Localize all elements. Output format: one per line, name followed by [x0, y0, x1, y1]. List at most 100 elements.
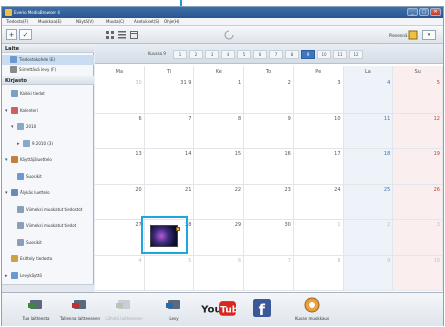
- menu-item[interactable]: Näytä(V): [76, 19, 94, 24]
- expand-toggle-icon[interactable]: ▾: [11, 124, 14, 130]
- menu-item[interactable]: Asetukset(S): [134, 19, 159, 24]
- calendar-day-cell[interactable]: 10: [293, 113, 344, 149]
- list-view-icon[interactable]: [118, 31, 126, 39]
- calendar-day-cell[interactable]: 27: [95, 220, 145, 256]
- action-button[interactable]: Lähetä laitteeseen: [104, 295, 144, 325]
- device-item[interactable]: Tiedostokohde (E): [2, 55, 94, 65]
- device-item[interactable]: Siirrettävä levy (F): [2, 65, 94, 75]
- library-item[interactable]: ▾ 2010: [2, 122, 94, 132]
- library-item[interactable]: Viimeksi muokatut tiedot: [2, 221, 94, 231]
- calendar-day-cell[interactable]: 2: [244, 78, 294, 114]
- library-item[interactable]: Esittely tiedosto: [2, 254, 94, 264]
- month-button[interactable]: 5: [237, 50, 251, 59]
- expand-toggle-icon[interactable]: ▾: [5, 190, 8, 196]
- day-number: 26: [433, 186, 440, 193]
- action-button[interactable]: Levy: [154, 295, 194, 325]
- zoom-menu-button[interactable]: ▾: [422, 30, 436, 40]
- calendar-day-cell[interactable]: 12: [393, 113, 443, 149]
- expand-toggle-icon[interactable]: ▸: [5, 273, 8, 279]
- calendar-day-cell[interactable]: 5: [144, 255, 195, 291]
- library-item[interactable]: ▸ 9.2010 (3): [2, 139, 94, 149]
- library-item[interactable]: Viimeksi muokatut tiedostot: [2, 205, 94, 215]
- menu-item[interactable]: Muuta(C): [106, 19, 124, 24]
- month-button[interactable]: 4: [221, 50, 235, 59]
- calendar-day-cell[interactable]: 29: [194, 220, 245, 256]
- library-item[interactable]: ▾ Kalenteri: [2, 106, 94, 116]
- calendar-day-cell[interactable]: 6: [95, 113, 145, 149]
- calendar-day-cell[interactable]: 30: [95, 78, 145, 114]
- month-button[interactable]: 2: [189, 50, 203, 59]
- calendar-day-cell[interactable]: 7: [244, 255, 294, 291]
- action-button[interactable]: YouTube: [198, 295, 238, 325]
- calendar-day-cell[interactable]: 8: [293, 255, 344, 291]
- calendar-day-cell[interactable]: 6: [194, 255, 245, 291]
- library-item[interactable]: Kaikki tiedot: [2, 89, 94, 99]
- calendar-day-cell[interactable]: 8: [194, 113, 245, 149]
- calendar-day-cell[interactable]: 13: [95, 149, 145, 185]
- calendar-day-cell[interactable]: 9: [343, 255, 394, 291]
- month-button[interactable]: 9: [301, 50, 315, 59]
- month-button[interactable]: 10: [317, 50, 331, 59]
- menu-item[interactable]: Ohje(H): [164, 19, 179, 24]
- calendar-view-icon[interactable]: [130, 31, 138, 39]
- menu-item[interactable]: Tiedosto(F): [6, 19, 28, 24]
- calendar-day-cell[interactable]: 7: [144, 113, 195, 149]
- expand-toggle-icon[interactable]: ▸: [17, 141, 20, 147]
- calendar-day-cell[interactable]: 15: [194, 149, 245, 185]
- zoom-icon[interactable]: [408, 30, 418, 40]
- action-button[interactable]: f: [242, 295, 282, 325]
- add-button[interactable]: +: [6, 29, 17, 40]
- library-item[interactable]: ▾ Käyttäjäluettelo: [2, 155, 94, 165]
- calendar-day-cell[interactable]: 10: [393, 255, 443, 291]
- calendar-day-cell[interactable]: 22: [194, 184, 245, 220]
- calendar-day-cell[interactable]: 23: [244, 184, 294, 220]
- calendar-day-cell[interactable]: 26: [393, 184, 443, 220]
- expand-toggle-icon[interactable]: ▾: [5, 157, 8, 163]
- calendar-day-cell[interactable]: 1: [194, 78, 245, 114]
- calendar-day-cell[interactable]: 9: [244, 113, 294, 149]
- maximize-button[interactable]: □: [419, 8, 429, 16]
- calendar-day-cell[interactable]: 4: [95, 255, 145, 291]
- month-button[interactable]: 8: [285, 50, 299, 59]
- title-bar: Everio MediaBrowser 4 _ □ ✕: [2, 7, 443, 18]
- month-button[interactable]: 1: [173, 50, 187, 59]
- minimize-button[interactable]: _: [407, 8, 418, 16]
- refresh-icon[interactable]: [224, 30, 234, 40]
- calendar-day-cell[interactable]: 4: [343, 78, 394, 114]
- action-button[interactable]: Tuo laitteesta: [16, 295, 56, 325]
- library-item[interactable]: Suosikit: [2, 238, 94, 248]
- month-button[interactable]: 11: [333, 50, 347, 59]
- calendar-day-cell[interactable]: 16: [244, 149, 294, 185]
- month-button[interactable]: 3: [205, 50, 219, 59]
- month-button[interactable]: 12: [349, 50, 363, 59]
- expand-toggle-icon[interactable]: ▾: [5, 108, 8, 114]
- calendar-day-cell[interactable]: 3: [293, 78, 344, 114]
- menu-item[interactable]: Muokkaa(E): [38, 19, 62, 24]
- library-item[interactable]: Suosikit: [2, 172, 94, 182]
- calendar-day-cell[interactable]: 21: [144, 184, 195, 220]
- sidebar-scrollbar[interactable]: [2, 284, 94, 292]
- calendar-day-cell[interactable]: 1: [293, 220, 344, 256]
- calendar-day-cell[interactable]: 30: [244, 220, 294, 256]
- calendar-day-cell[interactable]: 11: [343, 113, 394, 149]
- calendar-day-cell[interactable]: 14: [144, 149, 195, 185]
- calendar-day-cell[interactable]: 19: [393, 149, 443, 185]
- library-item[interactable]: ▾ Älykäs luettelo: [2, 188, 94, 198]
- calendar-day-cell[interactable]: 5: [393, 78, 443, 114]
- calendar-day-cell[interactable]: 17: [293, 149, 344, 185]
- close-button[interactable]: ✕: [430, 8, 441, 16]
- thumbnail-view-icon[interactable]: [106, 31, 114, 39]
- calendar-day-cell[interactable]: 31 9: [144, 78, 195, 114]
- calendar-day-cell[interactable]: 3: [393, 220, 443, 256]
- tool-button[interactable]: ✓: [19, 29, 32, 40]
- month-button[interactable]: 7: [269, 50, 283, 59]
- calendar-day-cell[interactable]: 18: [343, 149, 394, 185]
- calendar-day-cell[interactable]: 24: [293, 184, 344, 220]
- month-button[interactable]: 6: [253, 50, 267, 59]
- action-button[interactable]: Kuvan muokkaus: [292, 295, 332, 325]
- calendar-day-cell[interactable]: 25: [343, 184, 394, 220]
- calendar-day-cell[interactable]: 2: [343, 220, 394, 256]
- calendar-day-cell[interactable]: 20: [95, 184, 145, 220]
- action-button[interactable]: Tallenna laitteeseen: [60, 295, 100, 325]
- library-item[interactable]: ▸ Levykäyttö: [2, 271, 94, 281]
